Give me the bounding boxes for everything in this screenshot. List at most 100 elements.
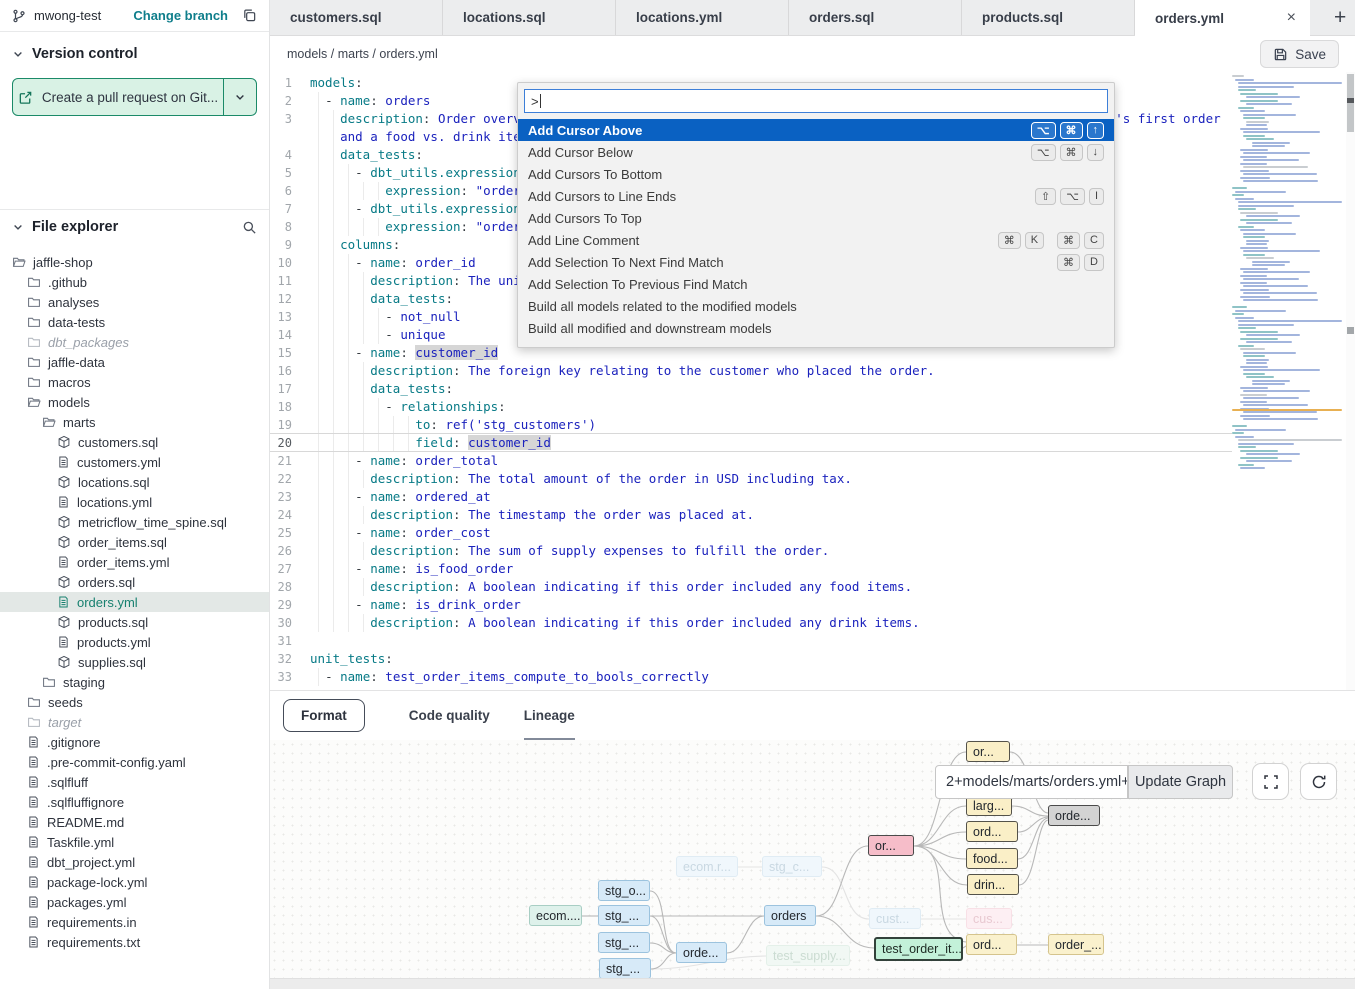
change-branch-link[interactable]: Change branch: [133, 8, 228, 23]
breadcrumb[interactable]: models / marts / orders.yml: [287, 47, 438, 61]
lineage-node-food-orders[interactable]: food...: [966, 848, 1018, 869]
command-palette-item[interactable]: Add Cursor Below⌥⌘↓: [518, 141, 1114, 163]
file-tree-item[interactable]: order_items.yml: [0, 552, 269, 572]
lineage-node-stg-orders[interactable]: stg_o...: [598, 880, 650, 901]
minimap[interactable]: [1232, 75, 1344, 505]
command-palette-item[interactable]: Add Selection To Next Find Match⌘D: [518, 251, 1114, 273]
file-tree-item[interactable]: locations.yml: [0, 492, 269, 512]
file-tree-item[interactable]: packages.yml: [0, 892, 269, 912]
scrollbar-thumb[interactable]: [1347, 74, 1354, 132]
file-tree-item[interactable]: .github: [0, 272, 269, 292]
command-palette-item[interactable]: Build all models related to the modified…: [518, 295, 1114, 317]
file-tree-item[interactable]: analyses: [0, 292, 269, 312]
lineage-node-test-supply-ghost[interactable]: test_supply...: [766, 945, 850, 966]
command-palette-item[interactable]: Add Cursors to Line Ends⇧⌥I: [518, 185, 1114, 207]
lineage-graph[interactable]: or...larg...ord...food...drin...orde...o…: [270, 740, 1355, 978]
fullscreen-button[interactable]: [1252, 763, 1289, 800]
lineage-node-customers-ghost[interactable]: cust...: [869, 908, 921, 929]
lineage-node-orders-agg[interactable]: orde...: [1048, 805, 1100, 826]
close-icon[interactable]: ×: [1287, 9, 1296, 27]
file-tree-item[interactable]: dbt_project.yml: [0, 852, 269, 872]
copy-icon[interactable]: [242, 8, 257, 23]
lineage-node-drink-orders[interactable]: drin...: [967, 874, 1019, 895]
lineage-node-stg-customers-ghost[interactable]: stg_c...: [762, 856, 822, 877]
file-tree-item[interactable]: .pre-commit-config.yaml: [0, 752, 269, 772]
command-palette-item[interactable]: Add Line Comment⌘K⌘C: [518, 229, 1114, 251]
new-tab-button[interactable]: +: [1324, 6, 1355, 30]
tab-code-quality[interactable]: Code quality: [409, 691, 490, 741]
lineage-filter-input[interactable]: 2+models/marts/orders.yml+: [935, 765, 1128, 799]
file-tree-item[interactable]: macros: [0, 372, 269, 392]
lineage-node-orders-top[interactable]: or...: [966, 741, 1010, 762]
file-tree-item[interactable]: jaffle-shop: [0, 252, 269, 272]
search-icon[interactable]: [242, 220, 257, 235]
command-palette-input[interactable]: >: [524, 89, 1108, 113]
lineage-node-test-order-items[interactable]: test_order_it...: [874, 937, 963, 961]
editor-tab[interactable]: locations.yml: [616, 0, 789, 35]
file-tree-item[interactable]: customers.yml: [0, 452, 269, 472]
file-explorer-header[interactable]: File explorer: [0, 210, 269, 244]
file-tree-item[interactable]: products.sql: [0, 612, 269, 632]
lineage-node-stg-3[interactable]: stg_...: [599, 958, 651, 978]
editor-tab[interactable]: customers.sql: [270, 0, 443, 35]
file-tree-item[interactable]: requirements.txt: [0, 932, 269, 952]
file-tree-item[interactable]: requirements.in: [0, 912, 269, 932]
file-tree-item[interactable]: .sqlfluff: [0, 772, 269, 792]
lineage-node-ecom-source[interactable]: ecom....: [529, 905, 582, 926]
tab-label: products.sql: [982, 10, 1063, 25]
editor-scrollbar[interactable]: [1346, 72, 1355, 690]
lineage-node-orders[interactable]: orders: [764, 905, 816, 926]
command-palette-item[interactable]: Add Selection To Previous Find Match: [518, 273, 1114, 295]
file-tree-item[interactable]: Taskfile.yml: [0, 832, 269, 852]
lineage-node-order-count[interactable]: ord...: [966, 821, 1018, 842]
file-tree-item[interactable]: .gitignore: [0, 732, 269, 752]
file-tree-item[interactable]: jaffle-data: [0, 352, 269, 372]
command-palette-item[interactable]: Add Cursors To Bottom: [518, 163, 1114, 185]
file-tree-item[interactable]: metricflow_time_spine.sql: [0, 512, 269, 532]
tab-lineage[interactable]: Lineage: [524, 691, 575, 741]
create-pr-button[interactable]: Create a pull request on Git...: [12, 78, 257, 116]
lineage-node-cus-ghost[interactable]: cus...: [966, 908, 1012, 929]
file-tree-item[interactable]: seeds: [0, 692, 269, 712]
command-palette-item[interactable]: Add Cursors To Top: [518, 207, 1114, 229]
editor-tab[interactable]: locations.sql: [443, 0, 616, 35]
command-palette-item[interactable]: Build all modified and downstream models: [518, 317, 1114, 339]
lineage-node-orders-pink[interactable]: or...: [868, 835, 914, 856]
file-tree-item[interactable]: target: [0, 712, 269, 732]
file-tree-item[interactable]: dbt_packages: [0, 332, 269, 352]
refresh-button[interactable]: [1300, 763, 1337, 800]
editor-tab[interactable]: products.sql: [962, 0, 1135, 35]
file-tree-item[interactable]: order_items.sql: [0, 532, 269, 552]
editor-tab[interactable]: orders.sql: [789, 0, 962, 35]
lineage-node-ecom-raw-ghost[interactable]: ecom.r...: [676, 856, 738, 877]
bottom-scroll-strip[interactable]: [270, 978, 1355, 989]
file-tree-item[interactable]: products.yml: [0, 632, 269, 652]
update-graph-button[interactable]: Update Graph: [1128, 765, 1233, 799]
file-tree-item[interactable]: README.md: [0, 812, 269, 832]
format-button[interactable]: Format: [283, 699, 365, 732]
file-tree-item[interactable]: package-lock.yml: [0, 872, 269, 892]
file-tree-item[interactable]: locations.sql: [0, 472, 269, 492]
lineage-node-stg-2[interactable]: stg_...: [598, 932, 650, 953]
lineage-node-stg-1[interactable]: stg_...: [598, 905, 650, 926]
code-line: 29 - name: is_drink_order: [270, 596, 1355, 614]
file-tree-item[interactable]: marts: [0, 412, 269, 432]
file-tree-item[interactable]: models: [0, 392, 269, 412]
file-name: models: [48, 395, 90, 410]
file-tree-item[interactable]: staging: [0, 672, 269, 692]
file-tree-item[interactable]: data-tests: [0, 312, 269, 332]
file-tree-item[interactable]: .sqlfluffignore: [0, 792, 269, 812]
file-tree-item[interactable]: orders.yml: [0, 592, 269, 612]
file-tree-item[interactable]: orders.sql: [0, 572, 269, 592]
lineage-node-ord-soft[interactable]: ord...: [966, 934, 1017, 955]
command-palette-item[interactable]: Add Cursor Above⌥⌘↑: [518, 119, 1114, 141]
file-name: order_items.yml: [77, 555, 169, 570]
version-control-header[interactable]: Version control: [0, 46, 269, 62]
lineage-node-order-soft[interactable]: order_...: [1048, 934, 1104, 955]
file-tree-item[interactable]: customers.sql: [0, 432, 269, 452]
file-tree-item[interactable]: supplies.sql: [0, 652, 269, 672]
save-button[interactable]: Save: [1260, 40, 1339, 68]
editor-tab[interactable]: orders.yml×: [1135, 0, 1310, 36]
pr-dropdown-button[interactable]: [223, 79, 256, 115]
lineage-node-order-items[interactable]: orde...: [676, 942, 727, 963]
